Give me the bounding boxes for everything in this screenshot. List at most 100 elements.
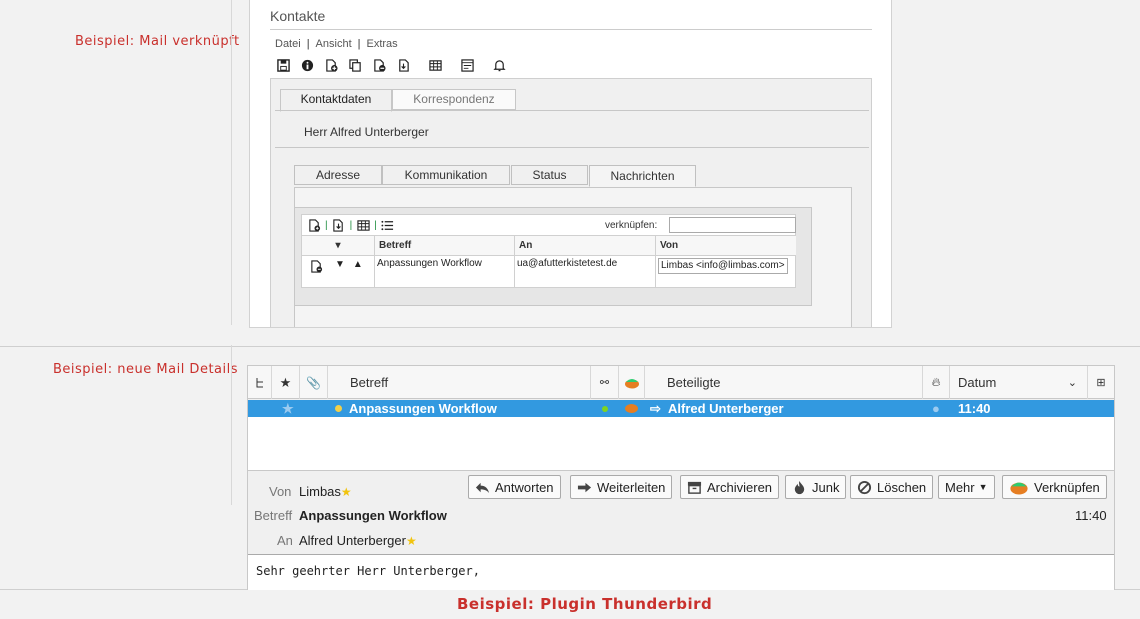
column-an[interactable]: An (515, 236, 656, 256)
star-icon: ★ (340, 485, 352, 499)
link-column[interactable]: ⚯ (591, 366, 619, 399)
thunderbird-window: ★ 📎 Betreff ⚯ Beteiligte 🔥︎ Datum ⌄ ⊞ ★ A… (247, 365, 1115, 590)
column-picker-icon: ⊞ (1096, 377, 1106, 389)
more-button[interactable]: Mehr ▼ (938, 475, 995, 499)
column-picker[interactable]: ⊞ (1088, 366, 1114, 399)
subtab-adresse[interactable]: Adresse (294, 165, 382, 185)
unlink-icon[interactable] (309, 259, 323, 273)
linked-status-icon (602, 406, 608, 412)
star-icon: ★ (279, 374, 292, 390)
thread-column[interactable] (248, 366, 272, 399)
table-icon[interactable] (356, 218, 370, 232)
thread-icon (256, 377, 263, 387)
title-divider (270, 29, 872, 30)
row-subject: Anpassungen Workflow (349, 401, 497, 416)
column-divider (231, 345, 232, 505)
cell-von: Limbas <info@limbas.com> (656, 256, 796, 287)
messages-box: | | | verknüpfen: ▾ Betreff An Von ▼ ▲ A… (294, 207, 812, 306)
chevron-down-icon: ⌄ (1067, 377, 1077, 389)
caption-plugin: Beispiel: Plugin Thunderbird (457, 595, 713, 613)
row-participant: Alfred Unterberger (668, 401, 784, 416)
sender-chip[interactable]: Limbas <info@limbas.com> (658, 258, 788, 274)
star-icon[interactable]: ★ (282, 400, 294, 417)
message-header-pane: Antworten Weiterleiten Archivieren Junk … (248, 472, 1114, 554)
caption-mail-details: Beispiel: neue Mail Details (53, 362, 239, 377)
column-subject[interactable]: Betreff (328, 366, 591, 399)
table-icon[interactable] (427, 57, 443, 73)
dropdown-arrow-icon: ▼ (978, 482, 988, 492)
subtab-kommunikation[interactable]: Kommunikation (382, 165, 510, 185)
menu-bar: Datei | Ansicht | Extras (275, 38, 398, 50)
flame-icon (794, 480, 805, 494)
limbas-logo-icon (1010, 482, 1028, 494)
to-label: An (277, 533, 293, 548)
limbas-logo-icon (625, 404, 638, 413)
column-von[interactable]: Von (656, 236, 796, 256)
copy-icon[interactable] (347, 57, 363, 73)
unread-dot-icon (335, 405, 342, 412)
to-value[interactable]: Alfred Unterberger★ (299, 533, 417, 548)
link-button[interactable]: Verknüpfen (1002, 475, 1107, 499)
section-divider (0, 346, 1140, 347)
page-title: Kontakte (270, 8, 326, 24)
record-toolbar (275, 57, 515, 73)
menu-extras[interactable]: Extras (366, 38, 397, 50)
column-betreff[interactable]: Betreff (375, 236, 515, 256)
delete-icon (857, 480, 872, 494)
message-body: Sehr geehrter Herr Unterberger, (248, 554, 1114, 590)
cell-betreff: Anpassungen Workflow (375, 256, 515, 287)
junk-column[interactable]: 🔥︎ (923, 366, 950, 399)
collapse-up-icon[interactable]: ▲ (353, 259, 363, 270)
tab-korrespondenz[interactable]: Korrespondenz (392, 89, 516, 110)
subject-label: Betreff (254, 508, 293, 523)
tab-kontaktdaten[interactable]: Kontaktdaten (280, 89, 392, 112)
message-time: 11:40 (1075, 508, 1107, 523)
archive-button[interactable]: Archivieren (680, 475, 780, 499)
limbas-column[interactable] (619, 366, 645, 399)
subject-value: Anpassungen Workflow (299, 508, 447, 523)
form-icon[interactable] (459, 57, 475, 73)
attachment-column[interactable]: 📎 (300, 366, 328, 399)
subtab-status[interactable]: Status (511, 165, 588, 185)
delete-button[interactable]: Löschen (850, 475, 934, 499)
limbas-logo-icon (624, 378, 639, 388)
delete-record-icon[interactable] (371, 57, 387, 73)
import-icon[interactable] (332, 218, 346, 232)
reply-icon (475, 482, 490, 493)
caption-mail-linked: Beispiel: Mail verknüpft (75, 34, 240, 49)
from-value[interactable]: Limbas★ (299, 484, 352, 499)
junk-icon[interactable]: ● (932, 400, 940, 417)
person-name: Herr Alfred Unterberger (304, 125, 429, 139)
message-list-header: ★ 📎 Betreff ⚯ Beteiligte 🔥︎ Datum ⌄ ⊞ (248, 366, 1114, 399)
expand-down-icon[interactable]: ▼ (335, 259, 345, 270)
sort-column-header[interactable]: ▾ (302, 236, 375, 256)
column-participants[interactable]: Beteiligte (645, 366, 923, 399)
star-icon: ★ (405, 534, 417, 548)
info-icon[interactable] (299, 57, 315, 73)
menu-ansicht[interactable]: Ansicht (316, 38, 352, 50)
new-message-icon[interactable] (307, 218, 321, 232)
menu-datei[interactable]: Datei (275, 38, 301, 50)
flame-icon: 🔥︎ (931, 375, 941, 389)
link-label: verknüpfen: (605, 220, 658, 231)
messages-toolbar: | | | verknüpfen: (301, 214, 796, 236)
junk-button[interactable]: Junk (785, 475, 847, 499)
message-row-selected[interactable]: ★ Anpassungen Workflow ⇨ Alfred Unterber… (248, 400, 1114, 417)
save-icon[interactable] (275, 57, 291, 73)
row-date: 11:40 (958, 401, 991, 416)
forward-icon (577, 482, 592, 492)
forward-button[interactable]: Weiterleiten (570, 475, 673, 499)
message-list-empty (248, 417, 1114, 471)
star-column[interactable]: ★ (272, 366, 300, 399)
from-label: Von (269, 484, 292, 499)
link-input[interactable] (669, 217, 796, 233)
limbas-contact-window: Kontakte Datei | Ansicht | Extras Kontaktdat… (249, 0, 892, 328)
subtab-nachrichten[interactable]: Nachrichten (589, 165, 696, 187)
export-icon[interactable] (395, 57, 411, 73)
forward-arrow-icon: ⇨ (650, 401, 661, 416)
list-icon[interactable] (381, 218, 395, 232)
column-date[interactable]: Datum ⌄ (950, 366, 1088, 399)
reply-button[interactable]: Antworten (468, 475, 561, 499)
new-record-icon[interactable] (323, 57, 339, 73)
bell-icon[interactable] (491, 57, 507, 73)
